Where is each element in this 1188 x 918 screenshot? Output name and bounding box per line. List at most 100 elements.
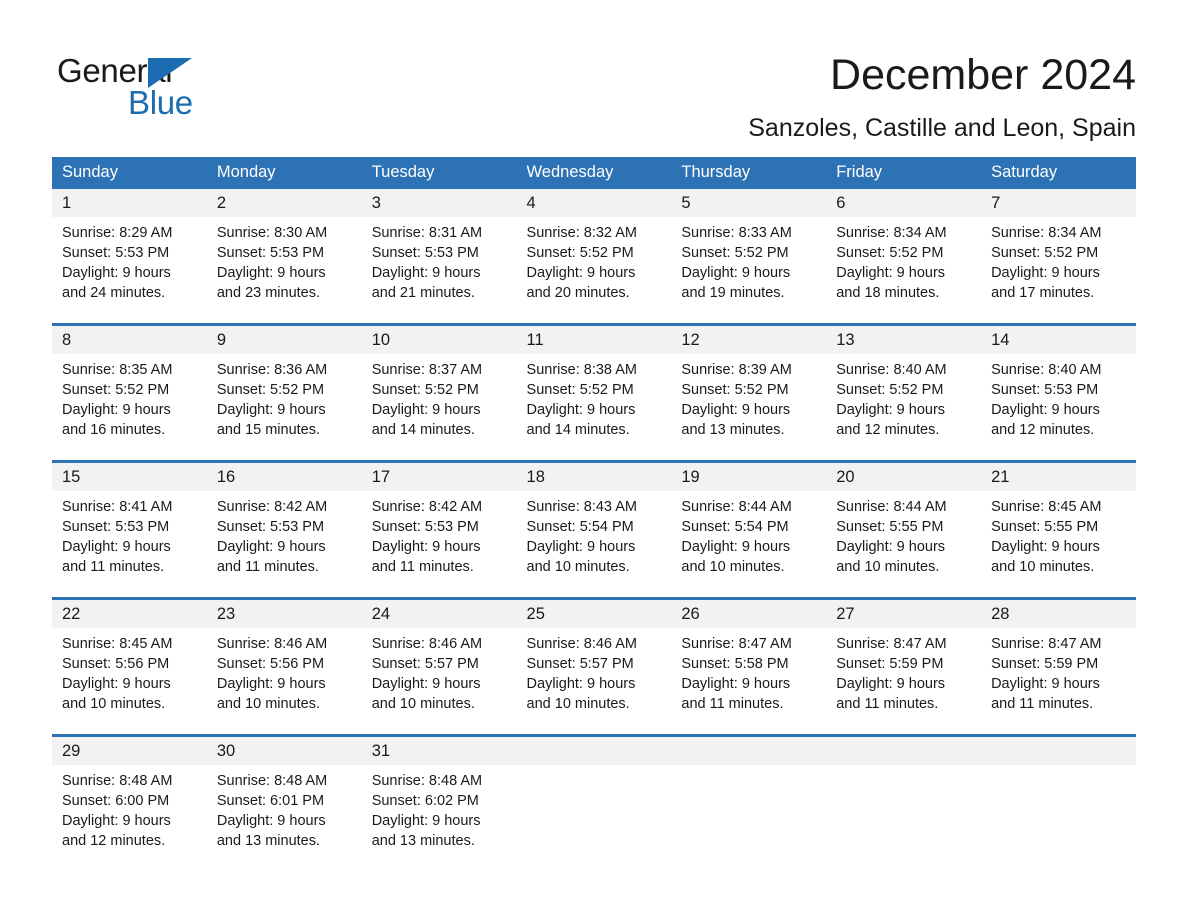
day-number[interactable]: 15	[52, 463, 207, 491]
day-cell[interactable]: Sunrise: 8:47 AM Sunset: 5:58 PM Dayligh…	[671, 628, 827, 716]
day-number[interactable]: 19	[671, 463, 827, 491]
day-number[interactable]: 18	[516, 463, 672, 491]
day-cell[interactable]: Sunrise: 8:35 AM Sunset: 5:52 PM Dayligh…	[52, 354, 207, 442]
general-blue-logo: General Blue	[57, 52, 287, 121]
day-number[interactable]: 27	[826, 600, 982, 628]
day-cell[interactable]: Sunrise: 8:44 AM Sunset: 5:55 PM Dayligh…	[826, 491, 982, 579]
sunset-text: Sunset: 5:52 PM	[836, 382, 944, 398]
sunset-text: Sunset: 5:57 PM	[371, 656, 479, 672]
day-cell[interactable]: Sunrise: 8:41 AM Sunset: 5:53 PM Dayligh…	[52, 491, 207, 579]
week-daynum-row: 1 2 3 4 5 6 7	[52, 189, 1136, 217]
daylight-text-cont: and 13 minutes.	[681, 422, 785, 438]
daylight-text: Daylight: 9 hours	[526, 539, 636, 555]
day-number[interactable]: 16	[206, 463, 362, 491]
day-cell[interactable]: Sunrise: 8:37 AM Sunset: 5:52 PM Dayligh…	[361, 354, 517, 442]
day-cell[interactable]: Sunrise: 8:48 AM Sunset: 6:00 PM Dayligh…	[52, 765, 207, 853]
day-number[interactable]: 10	[361, 326, 517, 354]
sunset-text: Sunset: 5:52 PM	[681, 245, 789, 261]
day-cell[interactable]: Sunrise: 8:46 AM Sunset: 5:56 PM Dayligh…	[206, 628, 362, 716]
sunrise-text: Sunrise: 8:47 AM	[681, 636, 792, 652]
day-cell[interactable]: Sunrise: 8:33 AM Sunset: 5:52 PM Dayligh…	[671, 217, 827, 305]
day-number[interactable]: 23	[206, 600, 362, 628]
day-number[interactable]: 22	[52, 600, 207, 628]
day-cell[interactable]: Sunrise: 8:48 AM Sunset: 6:02 PM Dayligh…	[361, 765, 517, 853]
day-cell[interactable]: Sunrise: 8:46 AM Sunset: 5:57 PM Dayligh…	[361, 628, 517, 716]
day-number[interactable]: 25	[516, 600, 672, 628]
sunrise-text: Sunrise: 8:37 AM	[371, 362, 483, 378]
daylight-text: Daylight: 9 hours	[216, 539, 326, 555]
daylight-text-cont: and 15 minutes.	[216, 422, 321, 438]
day-number[interactable]: 20	[826, 463, 982, 491]
day-number[interactable]: 31	[361, 737, 517, 765]
sunrise-text: Sunrise: 8:46 AM	[371, 636, 483, 652]
day-cell[interactable]: Sunrise: 8:30 AM Sunset: 5:53 PM Dayligh…	[206, 217, 362, 305]
daylight-text: Daylight: 9 hours	[371, 676, 481, 692]
day-cell[interactable]: Sunrise: 8:39 AM Sunset: 5:52 PM Dayligh…	[671, 354, 827, 442]
day-cell[interactable]: Sunrise: 8:38 AM Sunset: 5:52 PM Dayligh…	[516, 354, 672, 442]
calendar-header-row: Sunday Monday Tuesday Wednesday Thursday…	[52, 157, 1136, 189]
day-cell[interactable]: Sunrise: 8:47 AM Sunset: 5:59 PM Dayligh…	[826, 628, 982, 716]
weekday-header-sunday: Sunday	[52, 157, 207, 189]
sunset-text: Sunset: 6:00 PM	[62, 793, 170, 809]
day-number[interactable]: 24	[361, 600, 517, 628]
day-cell[interactable]: Sunrise: 8:44 AM Sunset: 5:54 PM Dayligh…	[671, 491, 827, 579]
sunset-text: Sunset: 5:53 PM	[371, 245, 479, 261]
day-number[interactable]: 9	[206, 326, 362, 354]
day-number[interactable]: 14	[981, 326, 1136, 354]
day-number[interactable]: 4	[516, 189, 672, 217]
day-cell[interactable]: Sunrise: 8:46 AM Sunset: 5:57 PM Dayligh…	[516, 628, 672, 716]
day-cell[interactable]: Sunrise: 8:34 AM Sunset: 5:52 PM Dayligh…	[981, 217, 1136, 305]
sunset-text: Sunset: 5:53 PM	[62, 245, 170, 261]
daylight-text: Daylight: 9 hours	[681, 265, 791, 281]
daylight-text-cont: and 10 minutes.	[526, 696, 630, 712]
day-number[interactable]: 8	[52, 326, 207, 354]
daylight-text-cont: and 11 minutes.	[681, 696, 784, 712]
day-number[interactable]: 13	[826, 326, 982, 354]
page-header: General Blue December 2024 Sanzoles, Cas…	[0, 0, 1188, 150]
day-number-empty	[981, 737, 1136, 765]
day-cell[interactable]: Sunrise: 8:45 AM Sunset: 5:55 PM Dayligh…	[981, 491, 1136, 579]
day-cell[interactable]: Sunrise: 8:31 AM Sunset: 5:53 PM Dayligh…	[361, 217, 517, 305]
daylight-text: Daylight: 9 hours	[371, 402, 481, 418]
week-daynum-row: 22 23 24 25 26 27 28	[52, 600, 1136, 628]
day-cell[interactable]: Sunrise: 8:43 AM Sunset: 5:54 PM Dayligh…	[516, 491, 672, 579]
day-cell[interactable]: Sunrise: 8:29 AM Sunset: 5:53 PM Dayligh…	[52, 217, 207, 305]
day-cell[interactable]: Sunrise: 8:40 AM Sunset: 5:53 PM Dayligh…	[981, 354, 1136, 442]
day-cell[interactable]: Sunrise: 8:48 AM Sunset: 6:01 PM Dayligh…	[206, 765, 362, 853]
day-cell[interactable]: Sunrise: 8:45 AM Sunset: 5:56 PM Dayligh…	[52, 628, 207, 716]
week-daynum-row: 8 9 10 11 12 13 14	[52, 326, 1136, 354]
day-cell-empty	[671, 765, 827, 853]
day-number[interactable]: 28	[981, 600, 1136, 628]
day-cell[interactable]: Sunrise: 8:42 AM Sunset: 5:53 PM Dayligh…	[361, 491, 517, 579]
day-cell[interactable]: Sunrise: 8:47 AM Sunset: 5:59 PM Dayligh…	[981, 628, 1136, 716]
sunset-text: Sunset: 5:56 PM	[62, 656, 170, 672]
sunset-text: Sunset: 5:52 PM	[371, 382, 479, 398]
day-number[interactable]: 11	[516, 326, 672, 354]
day-number[interactable]: 2	[206, 189, 362, 217]
day-number[interactable]: 7	[981, 189, 1136, 217]
calendar-table: Sunday Monday Tuesday Wednesday Thursday…	[52, 157, 1136, 853]
daylight-text-cont: and 11 minutes.	[836, 696, 939, 712]
sunset-text: Sunset: 5:55 PM	[991, 519, 1099, 535]
day-cell[interactable]: Sunrise: 8:34 AM Sunset: 5:52 PM Dayligh…	[826, 217, 982, 305]
daylight-text: Daylight: 9 hours	[371, 539, 481, 555]
day-cell[interactable]: Sunrise: 8:42 AM Sunset: 5:53 PM Dayligh…	[206, 491, 362, 579]
day-number[interactable]: 26	[671, 600, 827, 628]
day-number[interactable]: 17	[361, 463, 517, 491]
day-number[interactable]: 29	[52, 737, 207, 765]
day-cell[interactable]: Sunrise: 8:40 AM Sunset: 5:52 PM Dayligh…	[826, 354, 982, 442]
day-number[interactable]: 21	[981, 463, 1136, 491]
daylight-text: Daylight: 9 hours	[216, 676, 326, 692]
daylight-text-cont: and 12 minutes.	[991, 422, 1095, 438]
day-number[interactable]: 3	[361, 189, 517, 217]
daylight-text-cont: and 18 minutes.	[836, 285, 940, 301]
day-cell[interactable]: Sunrise: 8:32 AM Sunset: 5:52 PM Dayligh…	[516, 217, 672, 305]
day-cell[interactable]: Sunrise: 8:36 AM Sunset: 5:52 PM Dayligh…	[206, 354, 362, 442]
day-number[interactable]: 12	[671, 326, 827, 354]
sunrise-text: Sunrise: 8:34 AM	[836, 225, 947, 241]
day-number[interactable]: 30	[206, 737, 362, 765]
day-number[interactable]: 5	[671, 189, 827, 217]
day-number[interactable]: 6	[826, 189, 982, 217]
day-number[interactable]: 1	[52, 189, 207, 217]
sunrise-text: Sunrise: 8:31 AM	[371, 225, 483, 241]
